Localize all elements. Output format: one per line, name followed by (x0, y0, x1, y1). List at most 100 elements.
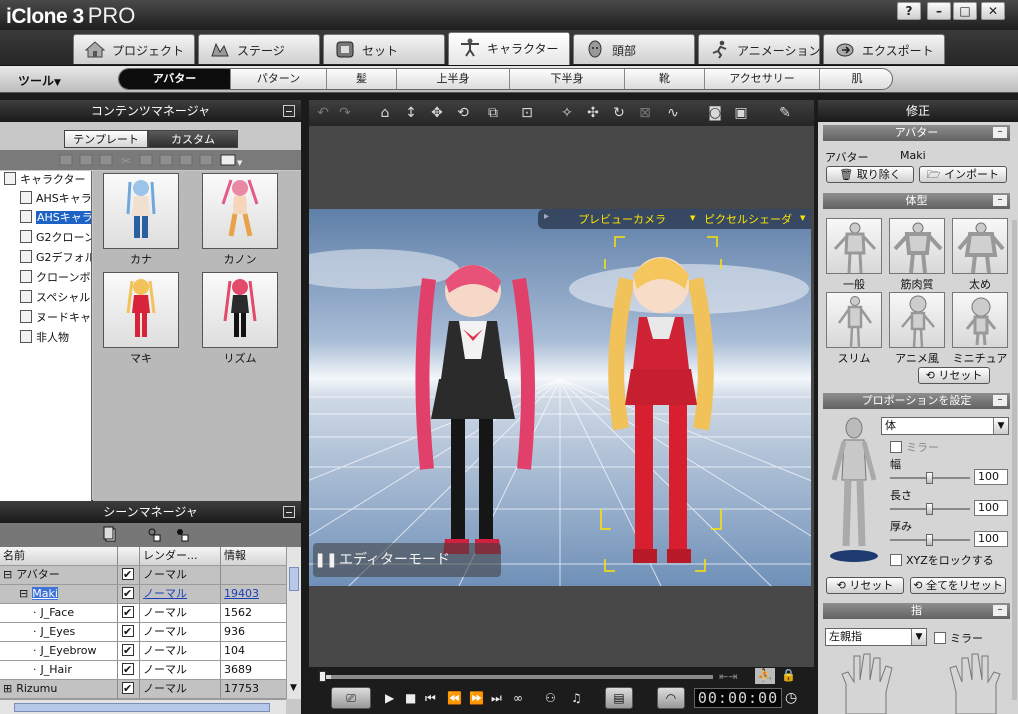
visible-checkbox[interactable] (122, 623, 134, 641)
audio-icon[interactable]: ♫ (571, 691, 582, 705)
subtab-upper-body[interactable]: 上半身 (397, 69, 510, 89)
thumbnail-kanon[interactable] (202, 173, 278, 249)
tools-menu[interactable]: ツール▼ (18, 72, 61, 89)
subtab-accessory[interactable]: アクセサリー (705, 69, 820, 89)
rewind-icon[interactable]: ⏪ (447, 691, 462, 705)
proportion-slider[interactable]: 100 (888, 469, 1008, 487)
col-visible[interactable] (118, 547, 140, 565)
tree-item[interactable]: 非人物 (20, 329, 69, 347)
expand-icon[interactable]: ⊞ (3, 682, 12, 695)
shader-select[interactable]: ピクセルシェーダ (704, 211, 792, 227)
minimize-button[interactable]: – (927, 2, 951, 20)
body-type-option[interactable] (952, 218, 1008, 274)
visible-checkbox[interactable] (122, 566, 134, 584)
row-render[interactable]: ノーマル (140, 661, 221, 679)
table-row[interactable]: ⊞ Rizumu ノーマル17753 (0, 680, 286, 699)
body-type-option[interactable] (889, 218, 945, 274)
proportion-part-select[interactable]: 体 ▼ (881, 417, 1009, 435)
play-icon[interactable]: ▶ (385, 691, 394, 705)
row-render[interactable]: ノーマル (140, 566, 221, 584)
thumbnail-maki[interactable] (103, 272, 179, 348)
proportion-slider[interactable]: 100 (888, 500, 1008, 518)
home-icon[interactable]: ⌂ (377, 105, 393, 121)
timeline-track[interactable] (323, 675, 713, 679)
camera-select[interactable]: プレビューカメラ (578, 211, 666, 227)
close-button[interactable]: ✕ (981, 2, 1005, 20)
visible-checkbox[interactable] (122, 604, 134, 622)
row-name[interactable]: ⊟ Maki (0, 585, 118, 603)
collapse-button[interactable] (283, 506, 295, 518)
body-type-option[interactable] (889, 292, 945, 348)
row-name[interactable]: · J_Eyebrow (0, 642, 118, 660)
speed-icon[interactable]: ◠ (657, 687, 685, 709)
col-render[interactable]: レンダー... (140, 547, 221, 565)
collapse-icon[interactable]: – (993, 195, 1007, 206)
table-row[interactable]: ⊟ Maki ノーマル19403 (0, 585, 286, 604)
row-name[interactable]: ⊟ アバター (0, 566, 118, 584)
tree-item[interactable]: G2クローン (20, 229, 91, 247)
row-render[interactable]: ノーマル (140, 585, 221, 603)
align-icon[interactable]: ⊠ (637, 105, 653, 121)
tab-export[interactable]: エクスポート (823, 34, 945, 64)
redo-icon[interactable]: ↷ (337, 105, 353, 121)
walk-icon[interactable]: ⛹ (755, 668, 775, 684)
slider-thumb[interactable] (926, 534, 933, 546)
expand-icon[interactable]: ▸ (544, 211, 549, 222)
slider-value-input[interactable]: 100 (974, 531, 1008, 547)
row-render[interactable]: ノーマル (140, 680, 221, 698)
curve-icon[interactable]: ∿ (665, 105, 681, 121)
collapse-button[interactable] (283, 105, 295, 117)
body-type-option[interactable] (826, 292, 882, 349)
frame-step-icon[interactable]: ⇤⇥ (719, 670, 737, 683)
clock-icon[interactable]: ◷ (785, 690, 797, 706)
camera-switch-icon[interactable]: ⚇ (545, 691, 556, 705)
forward-icon[interactable]: ⏩ (469, 691, 484, 705)
record-icon[interactable]: ⎚ (331, 687, 371, 709)
slider-thumb[interactable] (926, 503, 933, 515)
row-render[interactable]: ノーマル (140, 604, 221, 622)
content-toolbar-icons[interactable]: ✂ ▼ (0, 150, 301, 170)
tree-root[interactable]: キャラクター (4, 171, 86, 189)
snap-icon[interactable]: ✣ (585, 105, 601, 121)
avatar-section-header[interactable]: アバター – (823, 125, 1010, 141)
maximize-button[interactable]: □ (953, 2, 977, 20)
visible-checkbox[interactable] (122, 680, 134, 698)
reset-all-button[interactable]: ⟲ 全てをリセット (910, 577, 1006, 594)
3d-scene[interactable] (309, 209, 811, 586)
hands-icon[interactable] (836, 652, 1006, 714)
proportion-slider[interactable]: 100 (888, 531, 1008, 549)
tree-item[interactable]: ヌードキャ (20, 309, 91, 327)
reset-rotation-icon[interactable]: ↻ (611, 105, 627, 121)
scroll-thumb[interactable] (14, 703, 270, 712)
fit-icon[interactable]: ⊡ (519, 105, 535, 121)
body-type-option[interactable] (826, 218, 882, 274)
row-render[interactable]: ノーマル (140, 623, 221, 641)
rotate-icon[interactable]: ⟲ (455, 105, 471, 121)
proportion-reset-button[interactable]: ⟲ リセット (826, 577, 904, 594)
table-row[interactable]: ⊟ アバター ノーマル (0, 566, 286, 585)
thumbnail-kana[interactable] (103, 173, 179, 249)
subtab-skin[interactable]: 肌 (820, 69, 892, 89)
scroll-thumb[interactable] (289, 567, 299, 591)
move-icon[interactable]: ✥ (429, 105, 445, 121)
undo-icon[interactable]: ↶ (315, 105, 331, 121)
row-name[interactable]: · J_Eyes (0, 623, 118, 641)
modify-scrollbar[interactable] (1012, 220, 1017, 700)
col-name[interactable]: 名前 (0, 547, 118, 565)
tab-animation[interactable]: アニメーション (698, 34, 821, 64)
tree-item[interactable]: AHSキャラ (20, 190, 91, 208)
visible-checkbox[interactable] (122, 585, 134, 603)
camera-icon[interactable]: ◙ (707, 105, 723, 121)
custom-tab[interactable]: カスタム (148, 130, 238, 148)
collapse-icon[interactable]: – (993, 395, 1007, 406)
tree-item[interactable]: クローンボ (20, 269, 90, 287)
remove-button[interactable]: 🗑 取り除く (826, 166, 914, 183)
timeline-handle[interactable] (319, 671, 326, 682)
pick-icon[interactable]: ✧ (559, 105, 575, 121)
row-render[interactable]: ノーマル (140, 642, 221, 660)
template-tab[interactable]: テンプレート (64, 130, 148, 148)
table-row[interactable]: ·J_Face ノーマル1562 (0, 604, 286, 623)
subtab-pattern[interactable]: パターン (231, 69, 327, 89)
tab-stage[interactable]: ステージ (198, 34, 320, 64)
subtab-hair[interactable]: 髪 (327, 69, 397, 89)
